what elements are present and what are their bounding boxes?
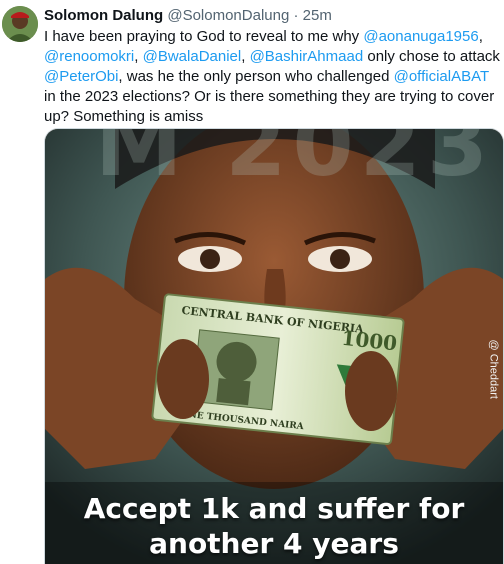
tweet-image[interactable]: CENTRAL BANK OF NIGERIA 1000 ONE THOUSAN… — [44, 128, 504, 564]
author-handle[interactable]: @SolomonDalung — [167, 7, 289, 24]
image-caption-line-2: another 4 years — [149, 527, 399, 560]
author-avatar[interactable] — [2, 6, 38, 42]
mention-link[interactable]: @aonanuga1956 — [363, 28, 478, 45]
artist-watermark: @ Cheddart — [487, 339, 499, 399]
tweet-text-segment: , — [241, 48, 250, 65]
tweet-header: Solomon Dalung @SolomonDalung · 25m — [44, 6, 332, 26]
tweet[interactable]: Solomon Dalung @SolomonDalung · 25m I ha… — [0, 0, 504, 564]
mention-link[interactable]: @BwalaDaniel — [143, 48, 242, 65]
image-caption-line-1: Accept 1k and suffer for — [83, 492, 465, 525]
tweet-text-segment: in the 2023 elections? Or is there somet… — [44, 88, 495, 125]
tweet-text-segment: I have been praying to God to reveal to … — [44, 28, 364, 45]
author-name[interactable]: Solomon Dalung — [44, 7, 163, 24]
tweet-text-segment: , — [478, 28, 483, 45]
separator-dot: · — [293, 7, 299, 24]
mention-link[interactable]: @renoomokri — [44, 48, 134, 65]
mention-link[interactable]: @BashirAhmaad — [250, 48, 364, 65]
tweet-text-segment: , was he the only person who challenged — [118, 68, 394, 85]
tweet-timestamp[interactable]: 25m — [303, 7, 332, 24]
mention-link[interactable]: @PeterObi — [44, 68, 118, 85]
mention-link[interactable]: @officialABAT — [394, 68, 489, 85]
tweet-text-segment: , — [134, 48, 143, 65]
background-text: M 2023 — [95, 128, 495, 196]
tweet-text: I have been praying to God to reveal to … — [44, 27, 500, 127]
tweet-text-segment: only chose to attack — [363, 48, 500, 65]
